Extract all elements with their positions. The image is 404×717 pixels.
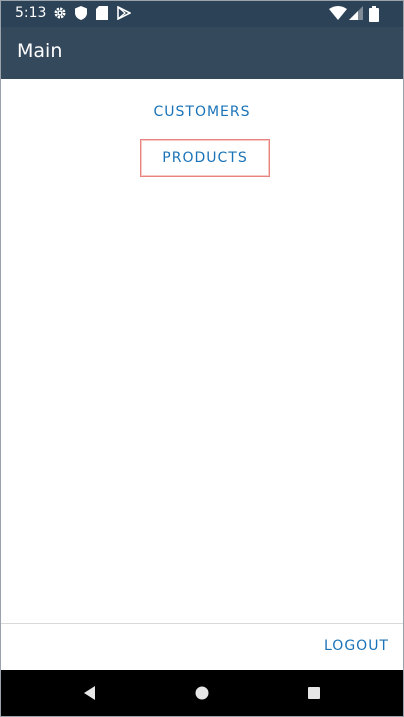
shield-icon (75, 6, 87, 20)
battery-icon (369, 6, 379, 22)
recents-icon[interactable] (303, 682, 325, 704)
navigation-bar (1, 670, 403, 716)
signal-icon (349, 6, 363, 20)
app-window: 5:13 Main CUSTOMERS PRODUCTS LOGOUT (0, 0, 404, 717)
app-bar: Main (1, 27, 403, 79)
wifi-icon (329, 6, 347, 20)
main-content: CUSTOMERS PRODUCTS (1, 79, 403, 623)
logout-button[interactable]: LOGOUT (324, 638, 389, 654)
status-icons-right (329, 6, 389, 22)
gear-icon (54, 7, 66, 19)
play-store-icon (117, 6, 131, 20)
status-bar: 5:13 (1, 1, 403, 27)
sd-card-icon (96, 6, 108, 20)
status-time: 5:13 (15, 5, 47, 21)
page-title: Main (17, 40, 63, 62)
back-icon[interactable] (79, 682, 101, 704)
customers-button[interactable]: CUSTOMERS (132, 101, 272, 123)
bottom-bar: LOGOUT (1, 623, 403, 671)
home-icon[interactable] (191, 682, 213, 704)
products-button[interactable]: PRODUCTS (140, 139, 270, 177)
